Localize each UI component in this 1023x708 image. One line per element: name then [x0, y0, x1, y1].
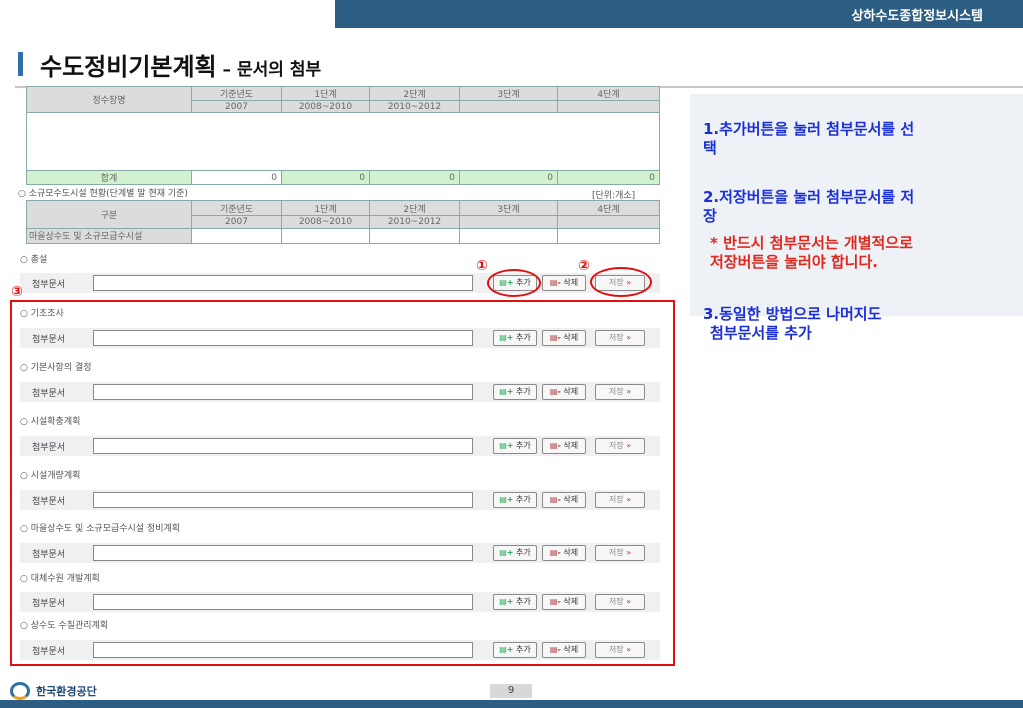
org-logo-icon	[10, 682, 30, 700]
step2-note1: * 반드시 첨부문서는 개별적으로	[710, 234, 913, 252]
add-highlight-ring	[487, 269, 541, 297]
th-empty-4	[557, 100, 660, 113]
step2-line1: 2.저장버튼을 눌러 첨부문서를 저	[703, 188, 915, 206]
title-subtitle: 문서의 첨부	[236, 60, 322, 80]
th-plant-name: 정수장명	[26, 86, 192, 113]
page-number: 9	[490, 684, 532, 698]
th2-stage1: 1단계	[281, 199, 370, 217]
marker-1: ①	[476, 258, 488, 274]
attach-file-input[interactable]	[93, 275, 473, 291]
village-base	[191, 227, 282, 245]
step3-line1: 3.동일한 방법으로 나머지도	[703, 305, 882, 323]
step1-line2: 택	[703, 139, 717, 157]
th-empty-3	[459, 100, 558, 113]
footer-bar	[0, 700, 1023, 708]
total-stage1: 0	[281, 170, 370, 185]
total-stage4: 0	[557, 170, 660, 185]
highlight-frame	[10, 300, 675, 666]
save-highlight-ring	[590, 267, 652, 297]
step2-note2: 저장버튼을 눌러야 합니다.	[710, 253, 878, 271]
th-2010-2012: 2010~2012	[369, 100, 460, 113]
title-main: 수도정비기본계획	[40, 53, 217, 81]
marker-3: ③	[11, 284, 23, 300]
step2-line2: 장	[703, 207, 717, 225]
th2-empty-3	[459, 215, 558, 229]
th-stage3: 3단계	[459, 86, 558, 101]
step1-line1: 1.추가버튼을 눌러 첨부문서를 선	[703, 120, 915, 138]
small-facility-table: 구분 기준년도 1단계 2단계 3단계 4단계 2007 2008~2010 2…	[26, 199, 660, 245]
attach-label: 첨부문서	[32, 280, 66, 290]
village-stage3	[459, 227, 558, 245]
delete-label: 삭제	[563, 278, 579, 287]
th2-2007: 2007	[191, 215, 282, 229]
th-2007: 2007	[191, 100, 282, 113]
attach-row-overview: 첨부문서 ▤+ 추가 ▤- 삭제 저장 »	[20, 273, 660, 293]
top-bar: 상하수도종합정보시스템	[0, 0, 1023, 28]
th2-category: 구분	[26, 200, 192, 229]
village-stage2	[369, 227, 460, 245]
th2-2008-2010: 2008~2010	[281, 215, 370, 229]
step3-line2: 첨부문서를 추가	[710, 324, 812, 342]
th-stage1: 1단계	[281, 86, 370, 101]
th-stage2: 2단계	[369, 86, 460, 101]
delete-icon: ▤-	[549, 278, 561, 287]
th-2008-2010: 2008~2010	[281, 100, 370, 113]
th2-stage4: 4단계	[557, 199, 660, 217]
delete-button[interactable]: ▤- 삭제	[542, 275, 586, 291]
marker-2: ②	[578, 258, 590, 274]
th-base-year: 기준년도	[191, 86, 282, 101]
page-title: 수도정비기본계획 – 문서의 첨부	[40, 47, 321, 82]
total-stage3: 0	[459, 170, 558, 185]
village-row-label: 마을상수도 및 소규모급수시설	[26, 227, 192, 245]
th2-base-year: 기준년도	[191, 199, 282, 217]
small-facility-label: ○ 소규모수도시설 현황(단계별 말 현재 기준)	[18, 189, 188, 199]
th2-empty-4	[557, 215, 660, 229]
org-logo-text: 한국환경공단	[36, 685, 97, 698]
system-title: 상하수도종합정보시스템	[851, 9, 983, 24]
plant-table: 정수장명 기준년도 1단계 2단계 3단계 4단계 2007 2008~2010…	[26, 86, 660, 185]
th2-stage2: 2단계	[369, 199, 460, 217]
village-stage1	[281, 227, 370, 245]
th2-stage3: 3단계	[459, 199, 558, 217]
th2-2010-2012: 2010~2012	[369, 215, 460, 229]
title-accent-bar	[18, 52, 23, 76]
village-stage4	[557, 227, 660, 245]
title-dash: –	[216, 60, 237, 80]
th-stage4: 4단계	[557, 86, 660, 101]
total-label: 합계	[26, 170, 192, 185]
plant-table-body	[26, 112, 660, 171]
total-base: 0	[191, 170, 282, 185]
total-stage2: 0	[369, 170, 460, 185]
section-overview: ○ 총설	[20, 255, 48, 265]
